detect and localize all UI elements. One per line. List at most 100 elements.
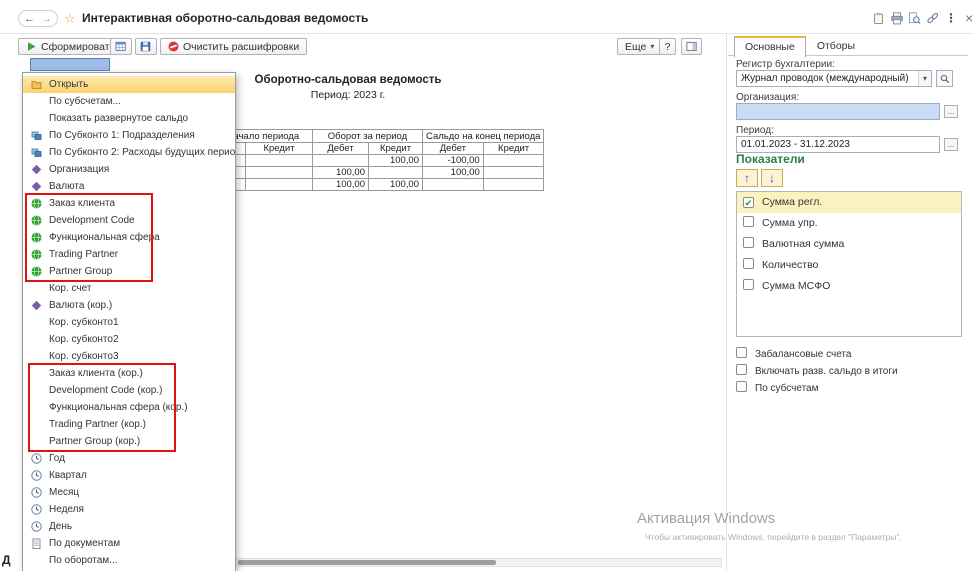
menu-item-week[interactable]: Неделя [23, 501, 235, 518]
label: Открыть [49, 79, 88, 90]
menu-item-subconto1[interactable]: По Субконто 1: Подразделения [23, 127, 235, 144]
move-down-button[interactable]: ↓ [761, 169, 783, 187]
cell[interactable]: 100,00 [313, 167, 369, 179]
menu-item-functional-area[interactable]: Функциональная сфера [23, 229, 235, 246]
menu-item-customer-order[interactable]: Заказ клиента [23, 195, 235, 212]
move-up-button[interactable]: ↑ [736, 169, 758, 187]
menu-item-by-subaccounts[interactable]: По субсчетам... [23, 93, 235, 110]
menu-item-currency[interactable]: Валюта [23, 178, 235, 195]
checkbox-unchecked[interactable] [736, 381, 747, 392]
cell[interactable] [369, 167, 423, 179]
column-header: Дебет [313, 143, 369, 155]
preview-icon[interactable] [908, 12, 921, 25]
forward-icon[interactable]: → [41, 13, 52, 25]
printer-icon[interactable] [890, 12, 903, 25]
menu-item-month[interactable]: Месяц [23, 484, 235, 501]
cell[interactable]: -100,00 [423, 155, 484, 167]
menu-item-corr-subconto1[interactable]: Кор. субконто1 [23, 314, 235, 331]
label: Валюта [49, 181, 84, 192]
organization-select-button[interactable]: ... [944, 105, 958, 118]
organization-input[interactable] [736, 103, 940, 120]
option-by-subaccounts[interactable]: По субсчетам [736, 381, 819, 395]
checkbox-unchecked[interactable] [743, 279, 754, 290]
more-button[interactable]: Еще ▾ [617, 38, 662, 55]
label: Сумма упр. [762, 217, 818, 229]
link-icon[interactable] [926, 12, 939, 25]
clock-icon [31, 453, 42, 464]
menu-item-trading-partner[interactable]: Trading Partner [23, 246, 235, 263]
menu-item-day[interactable]: День [23, 518, 235, 535]
menu-item-trading-partner-corr[interactable]: Trading Partner (кор.) [23, 416, 235, 433]
menu-item-corr-subconto2[interactable]: Кор. субконто2 [23, 331, 235, 348]
cell[interactable] [246, 167, 313, 179]
register-combo[interactable]: Журнал проводок (международный) ▾ [736, 70, 932, 87]
cell[interactable] [483, 167, 544, 179]
menu-item-expanded-balance[interactable]: Показать развернутое сальдо [23, 110, 235, 127]
menu-item-currency-corr[interactable]: Валюта (кор.) [23, 297, 235, 314]
period-select-button[interactable]: ... [944, 138, 958, 151]
menu-item-functional-area-corr[interactable]: Функциональная сфера (кор.) [23, 399, 235, 416]
register-open-button[interactable] [936, 70, 953, 87]
label: Partner Group [49, 266, 112, 277]
cell[interactable] [246, 179, 313, 191]
clear-decode-button[interactable]: Очистить расшифровки [160, 38, 307, 55]
cell[interactable] [246, 155, 313, 167]
checkbox-unchecked[interactable] [743, 237, 754, 248]
close-icon[interactable]: × [963, 11, 974, 25]
more-menu-icon[interactable]: ⋮ [944, 11, 958, 25]
menu-item-by-turnovers[interactable]: По оборотам... [23, 552, 235, 569]
list-item[interactable]: Сумма упр. [737, 213, 961, 234]
clipped-text: Д [2, 553, 11, 567]
help-button[interactable]: ? [659, 38, 676, 55]
list-item[interactable]: Валютная сумма [737, 234, 961, 255]
menu-item-corr-subconto3[interactable]: Кор. субконто3 [23, 348, 235, 365]
menu-item-organization[interactable]: Организация [23, 161, 235, 178]
checkbox-checked[interactable]: ✔ [743, 197, 754, 208]
period-input[interactable]: 01.01.2023 - 31.12.2023 [736, 136, 940, 153]
menu-item-corr-account[interactable]: Кор. счет [23, 280, 235, 297]
cell[interactable] [483, 179, 544, 191]
cell[interactable]: 100,00 [313, 179, 369, 191]
save-settings-button[interactable] [135, 38, 157, 55]
menu-item-year[interactable]: Год [23, 450, 235, 467]
menu-item-by-documents[interactable]: По документам [23, 535, 235, 552]
form-settings-button[interactable] [681, 38, 702, 55]
cell[interactable] [483, 155, 544, 167]
menu-item-partner-group-corr[interactable]: Partner Group (кор.) [23, 433, 235, 450]
checkbox-unchecked[interactable] [736, 364, 747, 375]
label: Development Code (кор.) [49, 385, 162, 396]
menu-item-quarter[interactable]: Квартал [23, 467, 235, 484]
cell[interactable] [423, 179, 484, 191]
generate-button[interactable]: Сформировать [18, 38, 123, 55]
option-expanded-balance-totals[interactable]: Включать разв. сальдо в итоги [736, 364, 898, 378]
cell[interactable] [313, 155, 369, 167]
menu-item-subconto2[interactable]: По Субконто 2: Расходы будущих периодов [23, 144, 235, 161]
chevron-down-icon[interactable]: ▾ [918, 71, 931, 86]
cell[interactable]: 100,00 [369, 179, 423, 191]
menu-item-development-code-corr[interactable]: Development Code (кор.) [23, 382, 235, 399]
scrollbar-thumb[interactable] [238, 560, 496, 565]
menu-item-partner-group[interactable]: Partner Group [23, 263, 235, 280]
checkbox-unchecked[interactable] [743, 216, 754, 227]
checkbox-unchecked[interactable] [736, 347, 747, 358]
horizontal-scrollbar[interactable] [233, 558, 722, 567]
checkbox-unchecked[interactable] [743, 258, 754, 269]
back-icon[interactable]: ← [24, 13, 35, 25]
clipboard-icon[interactable] [872, 12, 885, 25]
option-offbalance[interactable]: Забалансовые счета [736, 347, 851, 361]
label: Функциональная сфера [49, 232, 160, 243]
panel-splitter[interactable] [726, 34, 727, 571]
menu-item-customer-order-corr[interactable]: Заказ клиента (кор.) [23, 365, 235, 382]
tab-main[interactable]: Основные [734, 36, 806, 58]
list-item[interactable]: Сумма МСФО [737, 276, 961, 297]
menu-item-open[interactable]: Открыть [23, 76, 235, 93]
menu-item-development-code[interactable]: Development Code [23, 212, 235, 229]
cell[interactable]: 100,00 [369, 155, 423, 167]
favorite-star-icon[interactable]: ☆ [64, 10, 76, 27]
list-item[interactable]: ✔Сумма регл. [737, 192, 961, 213]
selected-report-cell[interactable] [30, 58, 110, 71]
label: Показать развернутое сальдо [49, 113, 188, 124]
report-variants-button[interactable] [110, 38, 132, 55]
list-item[interactable]: Количество [737, 255, 961, 276]
cell[interactable]: 100,00 [423, 167, 484, 179]
